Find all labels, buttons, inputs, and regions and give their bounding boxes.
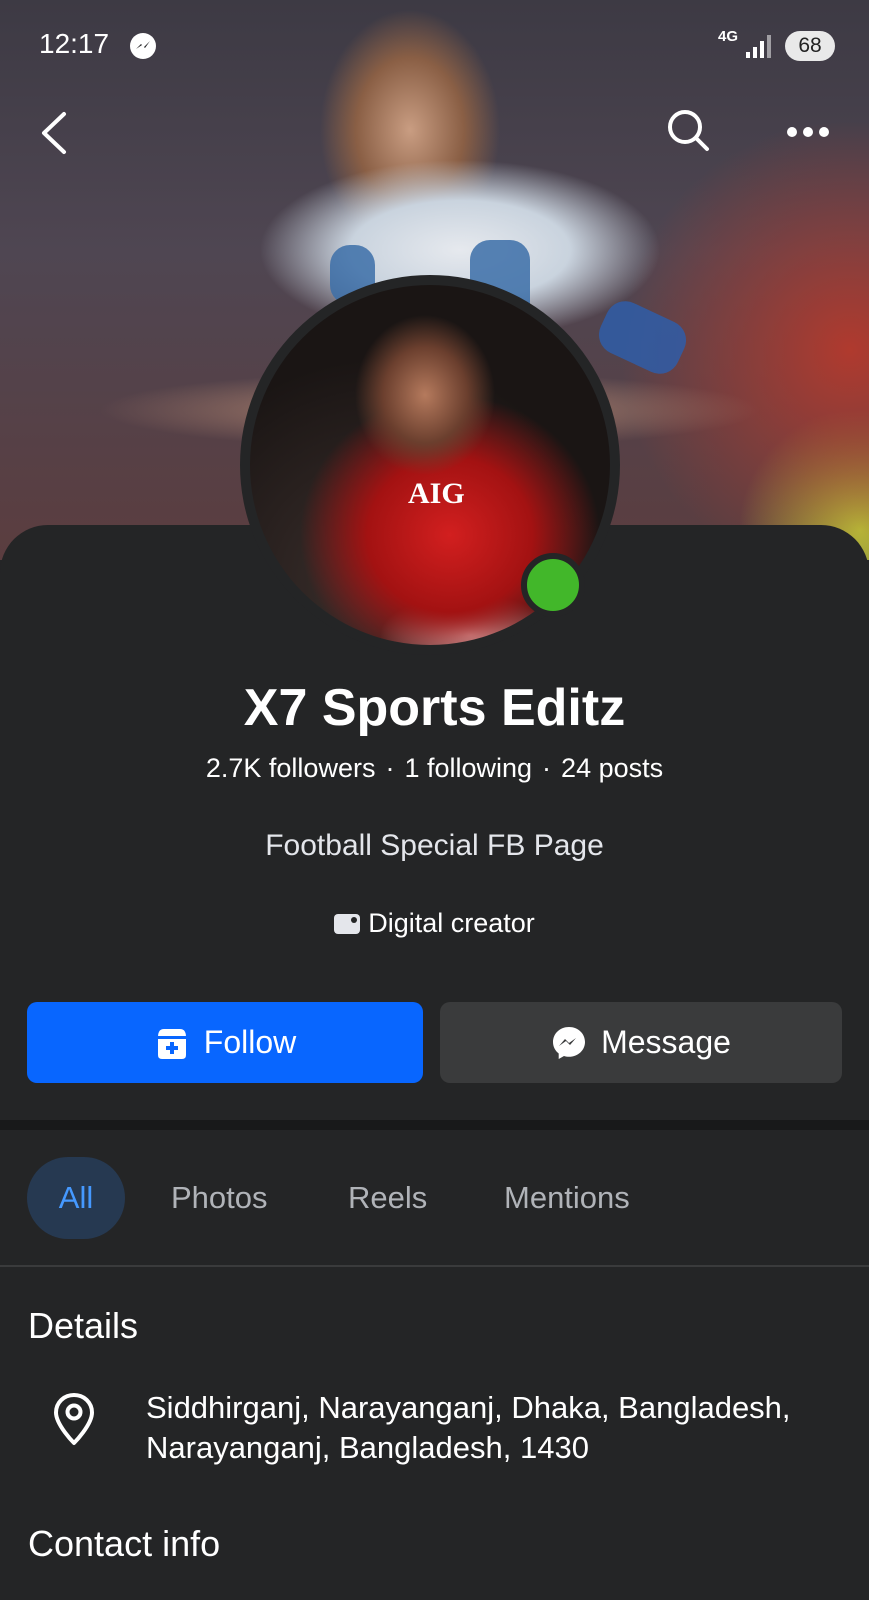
page-bio: Football Special FB Page xyxy=(265,829,604,862)
messenger-notification-icon xyxy=(130,33,156,59)
online-status-dot xyxy=(521,553,585,617)
tab-mentions[interactable]: Mentions xyxy=(504,1157,630,1239)
chevron-left-icon xyxy=(42,112,66,154)
creator-icon xyxy=(334,914,361,934)
address-line-1: Siddhirganj, Narayanganj, Dhaka, Banglad… xyxy=(146,1390,791,1425)
network-type: 4G xyxy=(718,28,739,45)
search-icon xyxy=(668,110,709,151)
messenger-icon xyxy=(551,1025,587,1061)
following-count[interactable]: 1 following xyxy=(404,753,532,783)
location-address[interactable]: Siddhirganj, Narayanganj, Dhaka, Banglad… xyxy=(146,1388,856,1468)
separator-dot: · xyxy=(542,753,552,783)
profile-stats: 2.7K followers · 1 following · 24 posts xyxy=(0,753,869,784)
follow-button[interactable]: Follow xyxy=(27,1002,423,1083)
category-label: Digital creator xyxy=(368,908,535,938)
jersey-sponsor: AIG xyxy=(408,477,465,510)
location-pin-icon xyxy=(52,1392,96,1451)
details-heading: Details xyxy=(28,1305,139,1346)
separator-dot: · xyxy=(385,753,395,783)
more-dots-icon xyxy=(787,127,829,137)
tabs-divider xyxy=(0,1265,869,1267)
posts-count: 24 posts xyxy=(561,753,664,783)
contact-info-heading: Contact info xyxy=(28,1523,221,1564)
message-button[interactable]: Message xyxy=(440,1002,842,1083)
status-bar: 12:17 4G 68 xyxy=(0,0,869,90)
follow-label: Follow xyxy=(203,1024,297,1060)
page-name: X7 Sports Editz xyxy=(243,679,626,737)
section-divider xyxy=(0,1120,869,1130)
address-line-2: Narayanganj, Bangladesh, 1430 xyxy=(146,1430,589,1465)
tab-photos[interactable]: Photos xyxy=(171,1157,268,1239)
signal-icon xyxy=(746,34,774,65)
back-button[interactable] xyxy=(36,108,76,158)
battery-indicator: 68 xyxy=(785,31,835,61)
page-category: Digital creator xyxy=(0,908,869,939)
profile-tabs: All Photos Reels Mentions xyxy=(0,1157,869,1239)
search-button[interactable] xyxy=(664,106,712,154)
status-time: 12:17 xyxy=(39,28,110,59)
follow-page-icon xyxy=(154,1025,190,1061)
followers-count[interactable]: 2.7K followers xyxy=(206,753,376,783)
tab-reels[interactable]: Reels xyxy=(348,1157,427,1239)
message-label: Message xyxy=(601,1024,731,1060)
more-options-button[interactable] xyxy=(784,112,832,152)
tab-all[interactable]: All xyxy=(27,1157,125,1239)
